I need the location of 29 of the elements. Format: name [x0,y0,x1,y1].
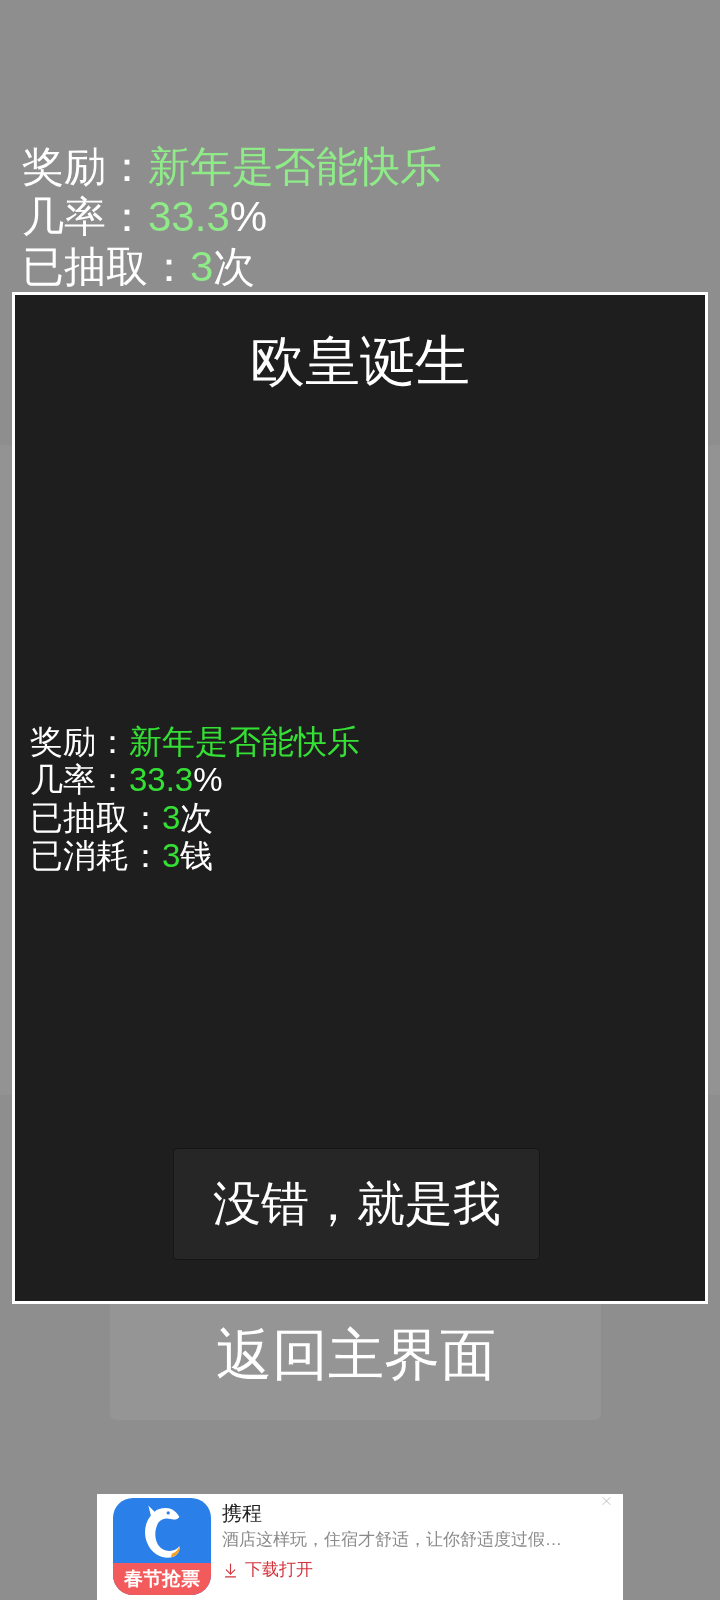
stat-unit: % [193,761,223,799]
stat-value: 3 [162,837,181,875]
banner-label: 春节抢票 [113,1563,211,1595]
app-logo[interactable]: 春节抢票 [113,1498,211,1595]
stat-value: 新年是否能快乐 [148,142,442,192]
stat-value: 33.3 [129,761,194,799]
ad-title: 携程 [222,1501,263,1525]
dialog-title: 欧皇诞生 [250,329,470,393]
stat-label: 已消耗： [30,837,162,875]
stat-label: 奖励： [22,142,148,192]
download-link[interactable]: 下载打开 [222,1559,313,1581]
stat-label: 已抽取： [22,242,190,292]
stat-value: 33.3 [148,192,230,242]
download-icon [222,1561,239,1579]
stat-value: 新年是否能快乐 [129,723,360,761]
confirm-button[interactable]: 没错，就是我 [173,1148,540,1260]
stat-unit: 次 [180,799,214,837]
stat-label: 几率： [30,761,129,799]
ad-description: 酒店这样玩，住宿才舒适，让你舒适度过假… [222,1529,562,1551]
stat-label: 已抽取： [30,799,162,837]
stat-value: 3 [190,242,214,292]
stat-value: 3 [162,799,181,837]
stat-label: 奖励： [30,723,129,761]
stat-unit: 次 [213,242,256,292]
stat-unit: % [229,192,268,242]
stat-label: 几率： [22,192,148,242]
close-icon [599,1494,614,1508]
close-button[interactable] [599,1494,614,1508]
stat-unit: 钱 [180,837,214,875]
